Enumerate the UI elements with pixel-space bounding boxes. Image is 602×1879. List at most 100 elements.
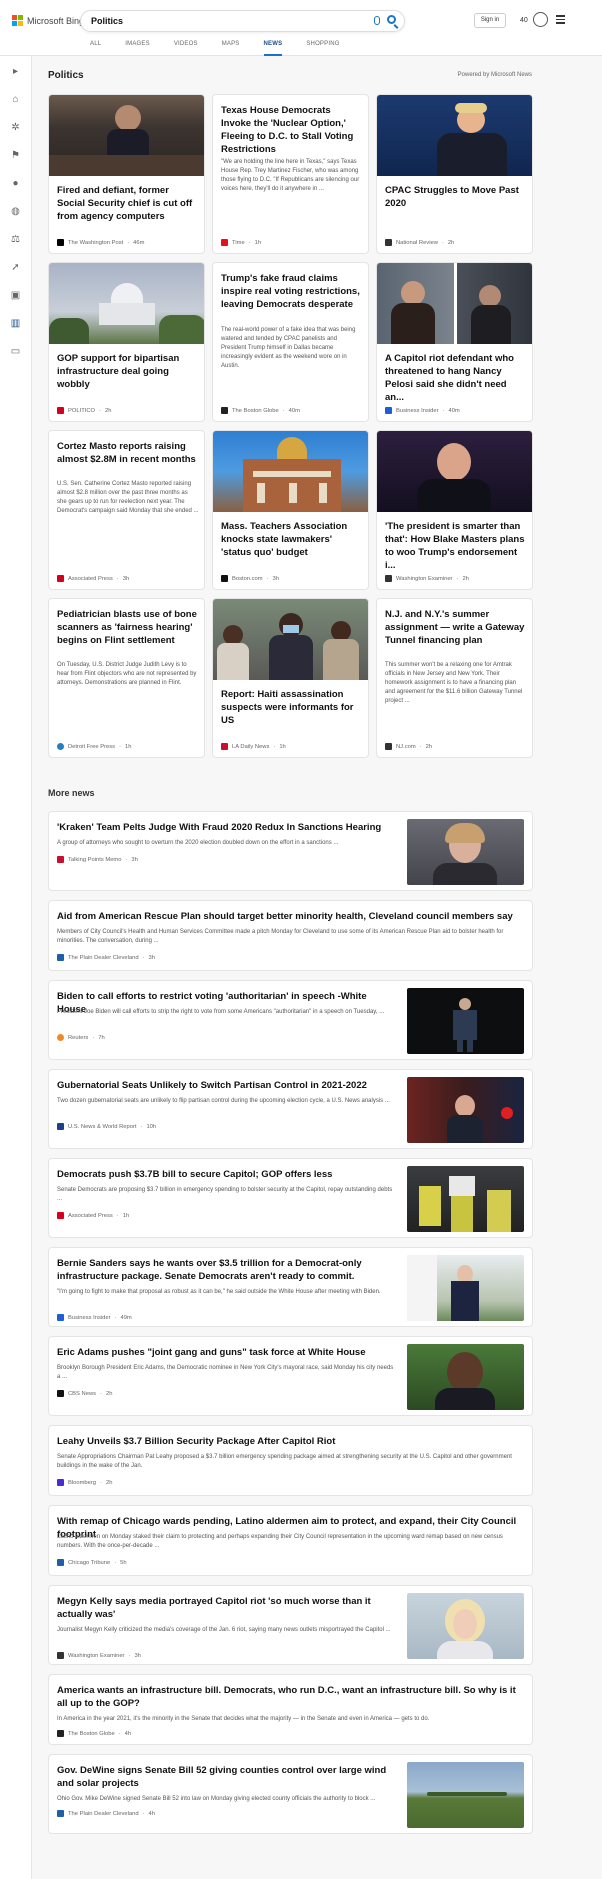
news-image (49, 263, 204, 344)
card-title[interactable]: GOP support for bipartisan infrastructur… (57, 352, 197, 391)
tab-images[interactable]: IMAGES (125, 41, 150, 56)
list-item-source[interactable]: The Boston Globe · 4h (57, 1730, 131, 1737)
scale-icon[interactable]: ⚖ (10, 234, 21, 245)
list-item[interactable]: Bernie Sanders says he wants over $3.5 t… (48, 1247, 533, 1327)
news-card[interactable]: Pediatrician blasts use of bone scanners… (48, 598, 205, 758)
news-card[interactable]: Fired and defiant, former Social Securit… (48, 94, 205, 254)
news-card[interactable]: Trump's fake fraud claims inspire real v… (212, 262, 369, 422)
tab-all[interactable]: ALL (90, 41, 101, 56)
list-item-source[interactable]: The Plain Dealer Cleveland · 3h (57, 954, 155, 961)
sign-in-button[interactable]: Sign in (474, 13, 506, 28)
news-card[interactable]: N.J. and N.Y.'s summer assignment — writ… (376, 598, 533, 758)
card-source[interactable]: POLITICO · 2h (57, 407, 111, 414)
list-item-title[interactable]: 'Kraken' Team Pelts Judge With Fraud 202… (57, 821, 397, 834)
card-title[interactable]: Fired and defiant, former Social Securit… (57, 184, 197, 223)
news-card[interactable]: CPAC Struggles to Move Past 2020 Nationa… (376, 94, 533, 254)
card-source[interactable]: Washington Examiner · 2h (385, 575, 469, 582)
card-title[interactable]: 'The president is smarter than that': Ho… (385, 520, 525, 572)
card-source[interactable]: The Washington Post · 46m (57, 239, 144, 246)
search-box[interactable]: Politics (80, 10, 405, 32)
card-title[interactable]: CPAC Struggles to Move Past 2020 (385, 184, 525, 210)
list-item[interactable]: Aid from American Rescue Plan should tar… (48, 900, 533, 971)
expand-arrow-icon[interactable]: ▸ (10, 66, 21, 77)
list-item-source[interactable]: Washington Examiner · 3h (57, 1652, 141, 1659)
list-item-title[interactable]: Megyn Kelly says media portrayed Capitol… (57, 1595, 397, 1621)
card-title[interactable]: Trump's fake fraud claims inspire real v… (221, 272, 363, 311)
card-title[interactable]: Texas House Democrats Invoke the 'Nuclea… (221, 104, 363, 156)
menu-icon[interactable] (556, 15, 565, 26)
list-item[interactable]: 'Kraken' Team Pelts Judge With Fraud 202… (48, 811, 533, 891)
card-source[interactable]: NJ.com · 2h (385, 743, 432, 750)
home-icon[interactable]: ⌂ (10, 94, 21, 105)
card-title[interactable]: Cortez Masto reports raising almost $2.8… (57, 440, 199, 466)
microphone-icon[interactable] (374, 16, 380, 25)
list-item[interactable]: Gov. DeWine signs Senate Bill 52 giving … (48, 1754, 533, 1834)
card-title[interactable]: A Capitol riot defendant who threatened … (385, 352, 525, 404)
list-item[interactable]: Biden to call efforts to restrict voting… (48, 980, 533, 1060)
flag-icon[interactable]: ⚑ (10, 150, 21, 161)
news-card[interactable]: GOP support for bipartisan infrastructur… (48, 262, 205, 422)
bing-logo[interactable]: Microsoft Bing (12, 15, 84, 26)
list-item-source[interactable]: The Plain Dealer Cleveland · 4h (57, 1810, 155, 1817)
news-card[interactable]: Texas House Democrats Invoke the 'Nuclea… (212, 94, 369, 254)
card-source[interactable]: Business Insider · 40m (385, 407, 460, 414)
tab-news[interactable]: NEWS (263, 41, 283, 56)
globe-icon[interactable]: ◍ (10, 206, 21, 217)
rocket-icon[interactable]: ➚ (10, 262, 21, 273)
news-card[interactable]: Cortez Masto reports raising almost $2.8… (48, 430, 205, 590)
tab-maps[interactable]: MAPS (222, 41, 240, 56)
list-item[interactable]: Gubernatorial Seats Unlikely to Switch P… (48, 1069, 533, 1149)
list-item[interactable]: Megyn Kelly says media portrayed Capitol… (48, 1585, 533, 1665)
card-source[interactable]: Boston.com · 3h (221, 575, 279, 582)
list-item-title[interactable]: America wants an infrastructure bill. De… (57, 1684, 527, 1710)
tab-videos[interactable]: VIDEOS (174, 41, 198, 56)
news-card[interactable]: Report: Haiti assassination suspects wer… (212, 598, 369, 758)
list-item-source[interactable]: U.S. News & World Report · 10h (57, 1123, 156, 1130)
list-item-source[interactable]: Chicago Tribune · 5h (57, 1559, 127, 1566)
powered-by-text: Powered by Microsoft News (457, 72, 532, 78)
list-item-source[interactable]: CBS News · 2h (57, 1390, 112, 1397)
list-item-title[interactable]: Gov. DeWine signs Senate Bill 52 giving … (57, 1764, 397, 1790)
list-item-source[interactable]: Associated Press · 1h (57, 1212, 129, 1219)
news-card[interactable]: 'The president is smarter than that': Ho… (376, 430, 533, 590)
source-logo-icon (57, 743, 64, 750)
rewards-points[interactable]: 40 (520, 17, 528, 24)
card-title[interactable]: Pediatrician blasts use of bone scanners… (57, 608, 199, 647)
list-item-source[interactable]: Business Insider · 49m (57, 1314, 132, 1321)
list-item-title[interactable]: Aid from American Rescue Plan should tar… (57, 910, 527, 923)
politics-icon[interactable]: ▥ (10, 318, 21, 329)
list-item[interactable]: With remap of Chicago wards pending, Lat… (48, 1505, 533, 1576)
tab-shopping[interactable]: SHOPPING (306, 41, 339, 56)
rewards-icon[interactable] (533, 12, 548, 27)
list-item[interactable]: Eric Adams pushes "joint gang and guns" … (48, 1336, 533, 1416)
card-source[interactable]: The Boston Globe · 40m (221, 407, 300, 414)
list-item[interactable]: America wants an infrastructure bill. De… (48, 1674, 533, 1745)
list-item[interactable]: Democrats push $3.7B bill to secure Capi… (48, 1158, 533, 1238)
location-pin-icon[interactable]: ● (10, 178, 21, 189)
list-item-title[interactable]: Democrats push $3.7B bill to secure Capi… (57, 1168, 397, 1181)
source-logo-icon (385, 743, 392, 750)
card-source[interactable]: National Review · 2h (385, 239, 454, 246)
list-item-source[interactable]: Bloomberg · 2h (57, 1479, 112, 1486)
money-icon[interactable]: ▭ (10, 346, 21, 357)
list-item-title[interactable]: Eric Adams pushes "joint gang and guns" … (57, 1346, 397, 1359)
card-title[interactable]: N.J. and N.Y.'s summer assignment — writ… (385, 608, 527, 647)
card-source[interactable]: LA Daily News · 1h (221, 743, 286, 750)
card-source[interactable]: Time · 1h (221, 239, 261, 246)
card-source[interactable]: Detroit Free Press · 1h (57, 743, 131, 750)
news-card[interactable]: Mass. Teachers Association knocks state … (212, 430, 369, 590)
news-card[interactable]: A Capitol riot defendant who threatened … (376, 262, 533, 422)
list-item-title[interactable]: Leahy Unveils $3.7 Billion Security Pack… (57, 1435, 527, 1448)
search-icon[interactable] (387, 15, 396, 24)
list-item-title[interactable]: Gubernatorial Seats Unlikely to Switch P… (57, 1079, 397, 1092)
coronavirus-icon[interactable]: ✲ (10, 122, 21, 133)
card-source[interactable]: Associated Press · 3h (57, 575, 129, 582)
list-item[interactable]: Leahy Unveils $3.7 Billion Security Pack… (48, 1425, 533, 1496)
film-icon[interactable]: ▣ (10, 290, 21, 301)
list-item-source[interactable]: Reuters · 7h (57, 1034, 105, 1041)
list-item-title[interactable]: Bernie Sanders says he wants over $3.5 t… (57, 1257, 397, 1283)
card-title[interactable]: Report: Haiti assassination suspects wer… (221, 688, 361, 727)
card-title[interactable]: Mass. Teachers Association knocks state … (221, 520, 361, 559)
search-input[interactable]: Politics (91, 16, 123, 26)
list-item-source[interactable]: Talking Points Memo · 3h (57, 856, 138, 863)
